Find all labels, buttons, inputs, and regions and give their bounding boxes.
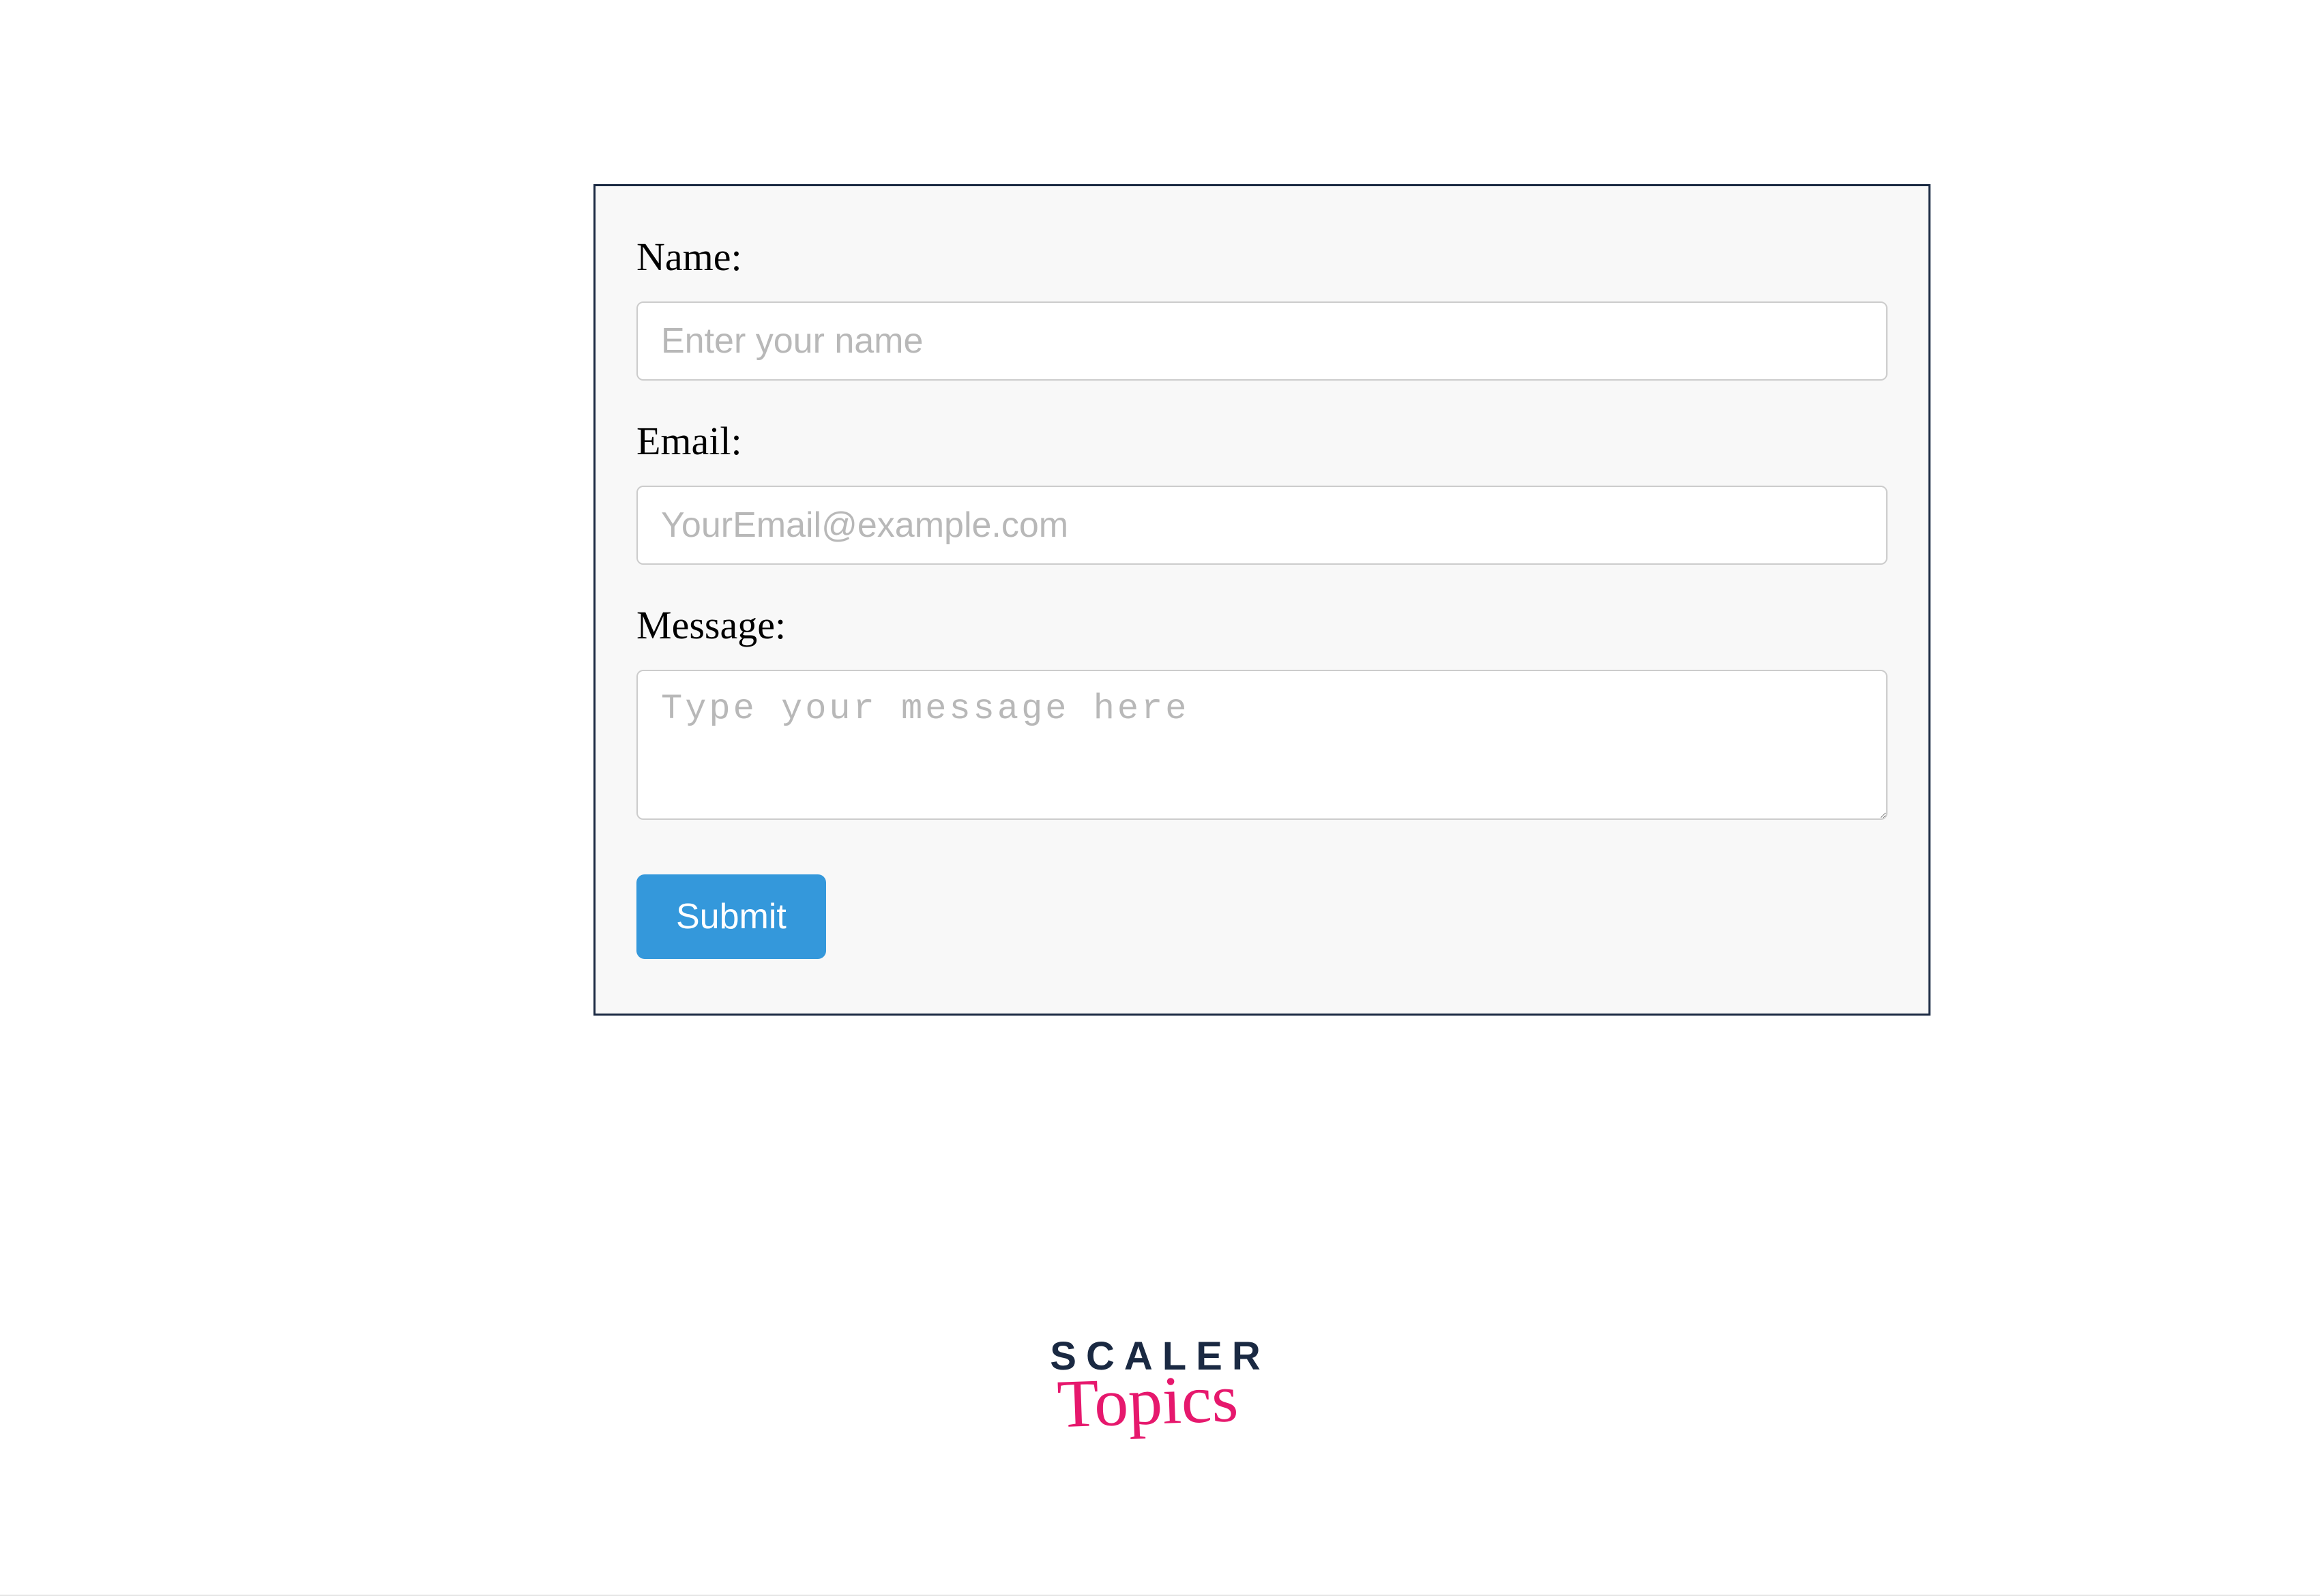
logo-line2: Topics bbox=[1057, 1371, 1239, 1432]
submit-button[interactable]: Submit bbox=[636, 874, 826, 959]
email-label: Email: bbox=[636, 418, 1888, 464]
email-input[interactable] bbox=[636, 486, 1888, 565]
message-group: Message: bbox=[636, 602, 1888, 823]
name-label: Name: bbox=[636, 234, 1888, 280]
page-canvas: Name: Email: Message: Submit SCALER Topi… bbox=[0, 0, 2320, 1595]
message-label: Message: bbox=[636, 602, 1888, 648]
message-textarea[interactable] bbox=[636, 670, 1888, 820]
name-group: Name: bbox=[636, 234, 1888, 381]
name-input[interactable] bbox=[636, 301, 1888, 381]
contact-form-panel: Name: Email: Message: Submit bbox=[593, 184, 1930, 1016]
email-group: Email: bbox=[636, 418, 1888, 565]
scaler-topics-logo: SCALER Topics bbox=[1050, 1337, 1269, 1428]
